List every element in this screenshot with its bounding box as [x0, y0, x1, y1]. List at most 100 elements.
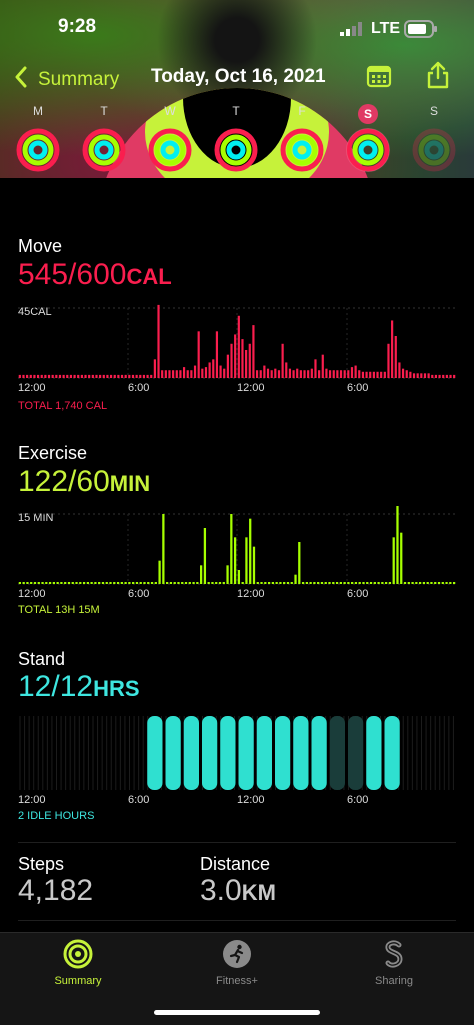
chart-bar	[66, 374, 69, 378]
chart-bar	[77, 374, 80, 378]
chart-bar	[58, 374, 62, 378]
chart-bar	[263, 365, 266, 378]
steps-label: Steps	[18, 854, 65, 874]
stand-hour-bar	[220, 716, 236, 790]
chart-bar	[445, 374, 448, 378]
battery-icon	[404, 20, 438, 43]
status-time: 9:28	[58, 16, 97, 37]
chart-bar	[237, 570, 241, 584]
chart-bar	[62, 374, 65, 378]
chart-bar	[172, 370, 175, 378]
chart-bar	[143, 582, 146, 584]
chart-bar	[69, 374, 73, 378]
chart-bar	[164, 370, 167, 378]
chart-bar	[383, 371, 386, 378]
chart-bar	[248, 343, 251, 378]
chart-bar	[128, 582, 131, 584]
chart-bar	[90, 582, 93, 584]
chart-bar	[332, 582, 335, 584]
chart-bar	[98, 582, 101, 584]
chart-bar	[441, 582, 444, 584]
move-axis: 12:00 6:00 12:00 6:00	[0, 382, 474, 396]
chart-bar	[218, 582, 222, 584]
chart-bar	[275, 582, 278, 584]
day-label-0: M	[18, 104, 58, 118]
back-button[interactable]: Summary	[14, 66, 119, 93]
day-ring-4[interactable]	[280, 128, 324, 172]
chart-bar	[401, 368, 405, 378]
chart-bar	[303, 370, 306, 378]
chart-bar	[186, 370, 189, 378]
chart-bar	[281, 343, 284, 378]
chart-bar	[354, 365, 357, 378]
chart-bar	[161, 370, 164, 378]
chart-bar	[197, 331, 200, 378]
tab-sharing[interactable]: Sharing	[344, 939, 444, 987]
chart-bar	[325, 368, 328, 378]
chart-bar	[102, 374, 105, 378]
chart-bar	[207, 582, 210, 584]
chart-bar	[230, 343, 233, 378]
day-ring-0[interactable]	[16, 128, 60, 172]
day-ring-1[interactable]	[82, 128, 126, 172]
chart-bar	[255, 370, 259, 378]
chart-bar	[452, 582, 456, 584]
day-ring-2[interactable]	[148, 128, 192, 172]
day-letter: M	[33, 104, 43, 118]
chart-bar	[336, 370, 339, 378]
chart-bar	[299, 370, 302, 378]
chart-bar	[277, 370, 281, 378]
stand-hour-bar	[384, 716, 400, 790]
chart-bar	[211, 582, 214, 584]
calendar-icon[interactable]	[366, 64, 392, 93]
move-chart	[18, 304, 456, 379]
chart-bar	[431, 374, 434, 378]
axis-tick-label: 12:00	[237, 588, 265, 600]
stand-hour-bar	[165, 716, 181, 790]
chart-bar	[18, 582, 22, 584]
chart-bar	[201, 368, 204, 378]
chart-bar	[394, 336, 397, 378]
tab-fitness-plus[interactable]: Fitness+	[187, 939, 287, 987]
chart-bar	[422, 582, 426, 584]
chart-bar	[173, 582, 176, 584]
chart-bar	[84, 374, 87, 378]
day-letter: S	[429, 104, 438, 118]
chart-bar	[135, 374, 138, 378]
stand-unit: HRS	[93, 676, 140, 701]
day-ring-5[interactable]	[346, 128, 390, 172]
chart-bar	[285, 362, 288, 378]
chart-bar	[40, 374, 43, 378]
chart-bar	[361, 371, 365, 378]
chart-bar	[416, 373, 419, 378]
chart-bar	[307, 370, 310, 378]
chart-bar	[294, 574, 297, 584]
chart-bar	[347, 370, 350, 378]
share-icon[interactable]	[426, 61, 450, 94]
chart-bar	[252, 546, 256, 584]
tab-summary[interactable]: Summary	[28, 939, 128, 987]
tab-sharing-label: Sharing	[375, 975, 413, 987]
chart-bar	[80, 374, 83, 378]
chart-bar	[283, 582, 286, 584]
axis-tick-label: 12:00	[18, 382, 46, 394]
chart-bar	[369, 371, 372, 378]
page-title: Today, Oct 16, 2021	[151, 66, 326, 87]
day-label-6: S	[414, 104, 454, 118]
chart-bar	[256, 582, 259, 584]
axis-tick-label: 12:00	[237, 382, 265, 394]
day-ring-6[interactable]	[412, 128, 456, 172]
chart-bar	[430, 582, 433, 584]
chart-bar	[199, 565, 203, 584]
axis-tick-label: 12:00	[18, 794, 46, 806]
chart-bar	[415, 582, 418, 584]
axis-tick-label: 6:00	[347, 382, 369, 394]
chart-bar	[385, 582, 388, 584]
chart-bar	[26, 374, 29, 378]
day-ring-3[interactable]	[214, 128, 258, 172]
chart-bar	[222, 582, 225, 584]
chart-bar	[22, 374, 25, 378]
chart-bar	[318, 370, 321, 378]
day-letter: W	[164, 104, 176, 118]
chart-bar	[33, 582, 37, 584]
